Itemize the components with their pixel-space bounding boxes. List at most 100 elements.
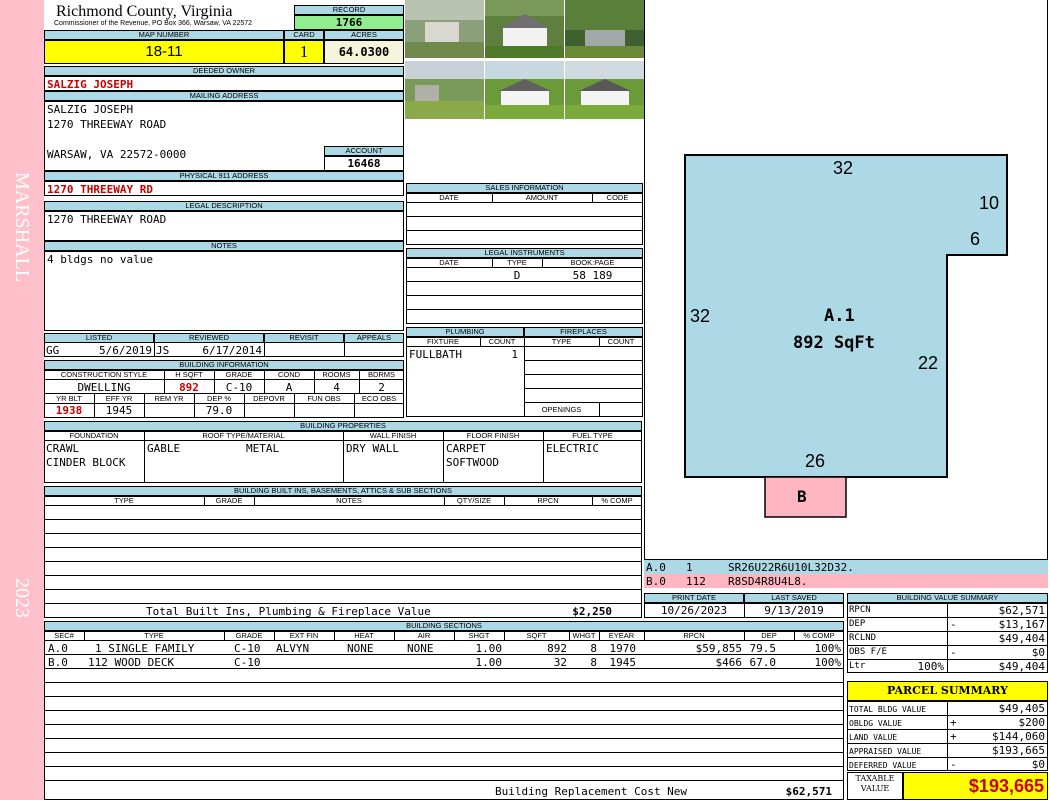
bi-col-style: CONSTRUCTION STYLE: [60, 370, 148, 379]
taxable-label: VALUE: [860, 784, 890, 793]
last-saved-label: LAST SAVED: [744, 593, 844, 603]
print-date-label: PRINT DATE: [644, 593, 744, 603]
bi-col-cond: COND: [277, 370, 301, 379]
sales-col-code: CODE: [606, 193, 629, 202]
property-photo: [565, 61, 644, 119]
section-comp: 100%: [814, 642, 842, 655]
physical-address: 1270 THREEWAY RD: [47, 183, 153, 196]
map-number: 18-11: [44, 40, 284, 64]
builtins-total-label: Total Built Ins, Plumbing & Fireplace Va…: [146, 605, 431, 618]
section-air: NONE: [407, 642, 434, 655]
section-type: 112 WOOD DECK: [88, 656, 175, 669]
listed-date: 5/6/2019: [99, 344, 152, 357]
parcel-label: TOTAL BLDG VALUE: [849, 705, 927, 714]
parcel-label: LAND VALUE: [849, 733, 898, 742]
bp-col-foundation: FOUNDATION: [69, 431, 119, 440]
bi-col-depovr: DEPOVR: [253, 394, 285, 403]
parcel-value: $144,060: [992, 730, 1045, 743]
replacement-cost-value: $62,571: [785, 785, 832, 798]
building-grade: C-10: [225, 381, 253, 394]
section-shgt: 1.00: [475, 642, 503, 655]
sketch-dim-top: 32: [833, 158, 854, 178]
legal-instrument-type: D: [513, 269, 521, 282]
bp-col-fuel: FUEL TYPE: [572, 431, 613, 440]
effective-year: 1945: [105, 404, 133, 417]
print-date: 10/26/2023: [660, 604, 728, 617]
card-number: 1: [284, 40, 324, 64]
wall-finish: DRY WALL: [346, 442, 399, 455]
parcel-summary-title: PARCEL SUMMARY: [847, 681, 1048, 701]
summary-value: $62,571: [998, 604, 1045, 617]
sketch-dim-notch: 6: [970, 229, 981, 249]
builtins-col-notes: NOTES: [336, 496, 362, 505]
building-condition: A: [285, 381, 293, 394]
last-saved-date: 9/13/2019: [764, 604, 824, 617]
fireplace-col-type: TYPE: [551, 337, 572, 346]
property-photo: [485, 0, 564, 58]
account-number: 16468: [324, 156, 404, 171]
sketch-dim-right: 22: [918, 353, 939, 373]
sec-col-air: AIR: [417, 631, 431, 640]
appeals-label: APPEALS: [344, 333, 404, 343]
bi-col-dep: DEP %: [206, 394, 232, 403]
bi-col-grade: GRADE: [225, 370, 253, 379]
builtins-col-comp: % COMP: [601, 496, 633, 505]
parcel-label: DEFERRED VALUE: [849, 761, 917, 770]
section-rpcn: $466: [715, 656, 743, 669]
reviewed-date: 6/17/2014: [202, 344, 262, 357]
room-count: 4: [333, 381, 340, 394]
sales-info-title: SALES INFORMATION: [406, 183, 643, 193]
legal-description: 1270 THREEWAY ROAD: [47, 213, 167, 226]
foundation-value: CRAWL: [46, 442, 80, 455]
section-dep: 67.0: [749, 656, 777, 669]
section-number: A.0: [48, 642, 68, 655]
summary-sign: 100%: [917, 660, 945, 673]
sec-col-heat: HEAT: [354, 631, 374, 640]
floor-finish: SOFTWOOD: [446, 456, 499, 469]
legal-col-bookpage: BOOK:PAGE: [570, 258, 615, 267]
bi-col-yrblt: YR BLT: [56, 394, 82, 403]
section-whgt: 8: [590, 642, 597, 655]
sec-col-type: TYPE: [144, 631, 164, 640]
bi-col-rooms: ROOMS: [322, 370, 351, 379]
section-number: B.0: [48, 656, 68, 669]
section-heat: NONE: [347, 642, 374, 655]
property-photo: [405, 0, 484, 58]
legend-desc: SR26U22R6U10L32D32.: [728, 561, 854, 574]
parcel-label: OBLDG VALUE: [849, 719, 902, 728]
section-shgt: 1.00: [475, 656, 503, 669]
roof-type: GABLE: [147, 442, 181, 455]
plumbing-fixture: FULLBATH: [409, 348, 462, 361]
mailing-line: SALZIG JOSEPH: [47, 103, 134, 116]
section-eyear: 1970: [609, 642, 637, 655]
photo-strip: [405, 0, 645, 120]
section-comp: 100%: [814, 656, 842, 669]
record-label: RECORD: [294, 5, 404, 15]
mailing-address-label: MAILING ADDRESS: [44, 91, 404, 101]
parcel-value: $0: [1031, 758, 1045, 771]
legend-code: 1: [686, 561, 693, 574]
section-type: 1 SINGLE FAMILY: [95, 642, 195, 655]
property-photo: [565, 0, 644, 58]
notes-label: NOTES: [44, 241, 404, 251]
summary-label: RPCN: [849, 605, 871, 615]
plumbing-count: 1: [511, 348, 518, 361]
parcel-value: $200: [1018, 716, 1046, 729]
section-grade: C-10: [234, 642, 261, 655]
bp-col-floor: FLOOR FINISH: [466, 431, 520, 440]
section-sqft: 32: [553, 656, 567, 669]
summary-label: Ltr: [849, 661, 866, 671]
sec-col-dep: DEP: [761, 631, 777, 640]
section-sqft: 892: [547, 642, 567, 655]
floor-finish: CARPET: [446, 442, 486, 455]
legal-instruments-title: LEGAL INSTRUMENTS: [406, 248, 643, 258]
summary-label: DEP: [849, 619, 866, 629]
sec-col-extfin: EXT FIN: [289, 631, 319, 640]
mailing-line: 1270 THREEWAY ROAD: [47, 118, 167, 131]
bi-col-hsqft: H SQFT: [175, 370, 203, 379]
bi-col-bdrms: BDRMS: [367, 370, 396, 379]
section-eyear: 1945: [609, 656, 637, 669]
parcel-value: $193,665: [992, 744, 1045, 757]
map-number-label: MAP NUMBER: [44, 30, 284, 40]
year-built: 1938: [55, 404, 83, 417]
